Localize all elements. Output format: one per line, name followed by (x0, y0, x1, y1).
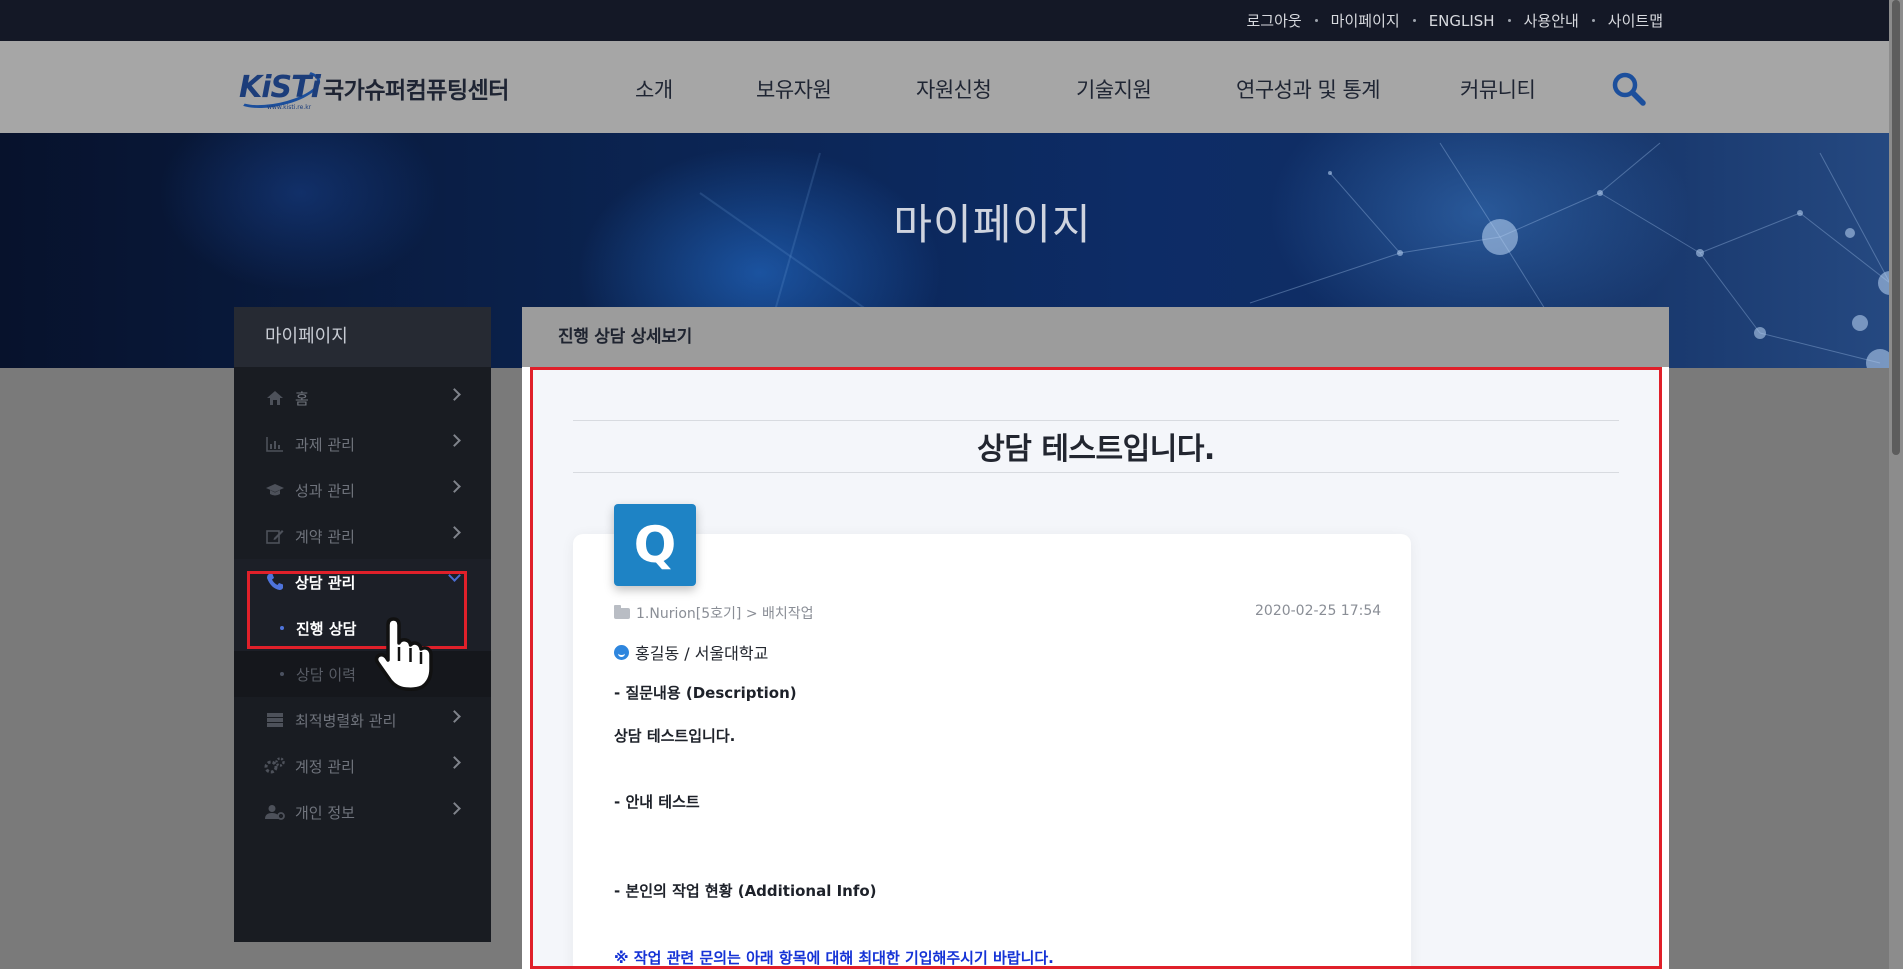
separator-dot (1507, 19, 1511, 22)
cogs-icon (264, 757, 286, 775)
nav-apply[interactable]: 자원신청 (916, 74, 992, 104)
user-icon (264, 803, 286, 821)
sidebar-item-accounts[interactable]: 계정 관리 (234, 743, 491, 789)
separator-dot (1314, 19, 1318, 22)
content-highlight-frame (530, 367, 1662, 969)
chevron-right-icon (448, 526, 461, 539)
bullet-dot (280, 672, 284, 676)
sidebar-item-label: 계약 관리 (295, 527, 355, 546)
scrollbar-thumb[interactable] (1892, 0, 1900, 455)
chevron-right-icon (448, 710, 461, 723)
chevron-right-icon (448, 388, 461, 401)
sidebar-subitem-consultation-history[interactable]: 상담 이력 (234, 651, 491, 697)
main-nav: 소개 보유자원 자원신청 기술지원 연구성과 및 통계 커뮤니티 (0, 41, 1903, 133)
sidebar-item-label: 개인 정보 (295, 803, 355, 822)
chevron-right-icon (448, 802, 461, 815)
chevron-right-icon (448, 756, 461, 769)
chevron-right-icon (448, 434, 461, 447)
graduation-cap-icon (264, 481, 286, 499)
search-icon[interactable] (1610, 70, 1648, 108)
panel-header: 진행 상담 상세보기 (522, 307, 1669, 367)
sidebar-item-optimization[interactable]: 최적병렬화 관리 (234, 697, 491, 743)
sidebar-item-label: 계정 관리 (295, 757, 355, 776)
nav-intro[interactable]: 소개 (635, 74, 673, 104)
utility-bar: 로그아웃 마이페이지 ENGLISH 사용안내 사이트맵 (0, 0, 1903, 41)
sidebar-item-home[interactable]: 홈 (234, 375, 491, 421)
page-title: 마이페이지 (893, 200, 1092, 249)
server-icon (264, 711, 286, 729)
separator-dot (1591, 19, 1595, 22)
english-link[interactable]: ENGLISH (1429, 12, 1495, 30)
chevron-right-icon (448, 480, 461, 493)
chart-icon (264, 435, 286, 453)
sitemap-link[interactable]: 사이트맵 (1608, 10, 1663, 31)
sidebar-item-achievements[interactable]: 성과 관리 (234, 467, 491, 513)
mypage-link[interactable]: 마이페이지 (1331, 10, 1400, 31)
sidebar-subitem-label: 상담 이력 (296, 665, 356, 684)
hand-pointer-icon (374, 617, 433, 691)
sidebar-item-label: 홈 (295, 389, 309, 408)
sidebar-item-projects[interactable]: 과제 관리 (234, 421, 491, 467)
sidebar-item-personal-info[interactable]: 개인 정보 (234, 789, 491, 835)
panel-title: 진행 상담 상세보기 (558, 327, 692, 347)
sidebar-item-label: 최적병렬화 관리 (295, 711, 397, 730)
utility-nav: 로그아웃 마이페이지 ENGLISH 사용안내 사이트맵 (1246, 0, 1663, 41)
nav-community[interactable]: 커뮤니티 (1460, 74, 1536, 104)
nav-support[interactable]: 기술지원 (1076, 74, 1152, 104)
nav-resources[interactable]: 보유자원 (756, 74, 832, 104)
sidebar-title: 마이페이지 (234, 307, 491, 367)
separator-dot (1412, 19, 1416, 22)
sidebar-item-label: 성과 관리 (295, 481, 355, 500)
edit-icon (264, 527, 286, 545)
home-icon (264, 389, 286, 407)
sidebar-item-contracts[interactable]: 계약 관리 (234, 513, 491, 559)
logout-link[interactable]: 로그아웃 (1246, 10, 1301, 31)
site-header: KiSTi www.kisti.re.kr 국가슈퍼컴퓨팅센터 소개 보유자원 … (0, 41, 1903, 133)
guide-link[interactable]: 사용안내 (1524, 10, 1579, 31)
sidebar-item-label: 과제 관리 (295, 435, 355, 454)
nav-research[interactable]: 연구성과 및 통계 (1236, 74, 1381, 104)
page-scrollbar[interactable] (1889, 0, 1903, 969)
